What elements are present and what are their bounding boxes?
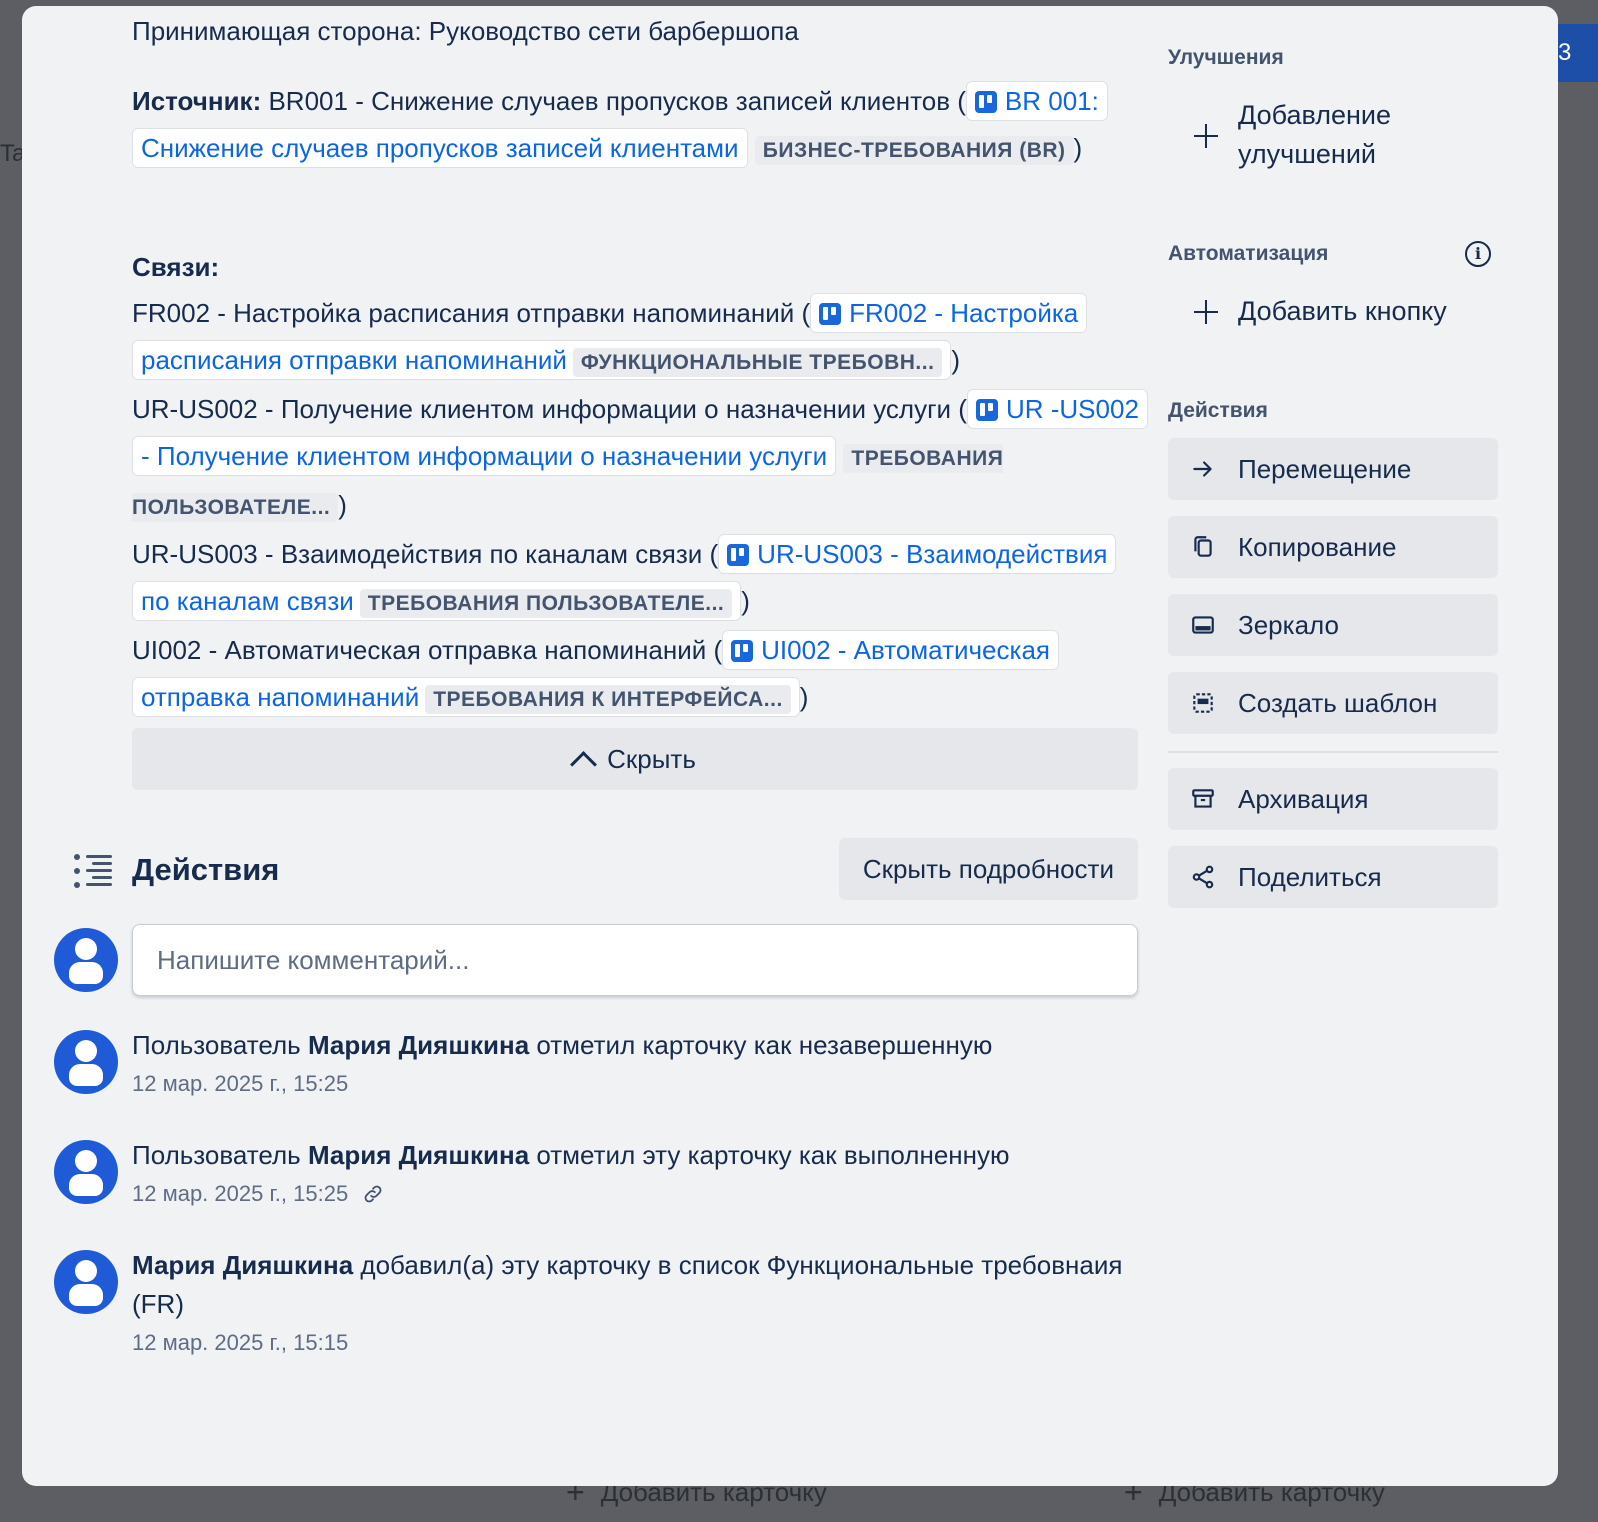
board-icon — [727, 544, 750, 566]
avatar[interactable] — [54, 1140, 118, 1204]
add-improvements-label: Добавление улучшений — [1238, 100, 1391, 169]
archive-button[interactable]: Архивация — [1168, 768, 1498, 830]
paren-close: ) — [799, 682, 809, 712]
move-button[interactable]: Перемещение — [1168, 438, 1498, 500]
card-detail-modal: Принимающая сторона: Руководство сети ба… — [22, 6, 1558, 1486]
link-item-text: UR-US002 - Получение клиентом информации… — [132, 394, 967, 424]
mirror-icon — [1192, 616, 1214, 634]
activity-user[interactable]: Мария Дияшкина — [132, 1250, 353, 1280]
move-label: Перемещение — [1238, 453, 1412, 484]
board-icon — [975, 399, 998, 421]
collapse-description-button[interactable]: Скрыть — [132, 728, 1138, 790]
current-user-avatar[interactable] — [54, 928, 118, 992]
automation-label: Автоматизация — [1168, 242, 1329, 265]
collapse-description-label: Скрыть — [607, 743, 696, 774]
links-list: FR002 - Настройка расписания отправки на… — [132, 290, 1148, 723]
activity-prefix: Пользователь — [132, 1140, 308, 1170]
avatar[interactable] — [54, 1250, 118, 1314]
activity-timestamp[interactable]: 12 мар. 2025 г., 15:15 — [132, 1330, 348, 1356]
board-icon — [819, 303, 842, 325]
activity-text: Пользователь Мария Дияшкина отметил карт… — [132, 1026, 1138, 1065]
create-template-button[interactable]: Создать шаблон — [1168, 672, 1498, 734]
activity-action: отметил карточку как незавершенную — [529, 1030, 993, 1060]
activity-list-icon — [74, 854, 114, 888]
add-button-label: Добавить кнопку — [1238, 296, 1447, 326]
link-item-text: FR002 - Настройка расписания отправки на… — [132, 298, 811, 328]
activity-time: 12 мар. 2025 г., 15:15 — [132, 1330, 1138, 1356]
link-item: UR-US003 - Взаимодействия по каналам свя… — [132, 531, 1142, 627]
mirror-label: Зеркало — [1238, 609, 1339, 640]
paren-close: ) — [338, 490, 347, 520]
linked-card-list-tag: ТРЕБОВАНИЯ ПОЛЬЗОВАТЕЛЕ... — [359, 589, 733, 618]
info-icon[interactable]: i — [1465, 241, 1491, 267]
activity-text: Пользователь Мария Дияшкина отметил эту … — [132, 1136, 1138, 1175]
activity-timestamp[interactable]: 12 мар. 2025 г., 15:25 — [132, 1181, 348, 1207]
activity-title: Действия — [132, 852, 280, 887]
links-label: Связи: — [132, 252, 220, 282]
share-icon — [1192, 865, 1214, 889]
plus-icon — [1194, 124, 1218, 148]
link-icon[interactable] — [362, 1183, 384, 1205]
linked-card-list-tag: ФУНКЦИОНАЛЬНЫЕ ТРЕБОВН... — [572, 348, 943, 377]
activity-item: Пользователь Мария Дияшкина отметил карт… — [132, 1026, 1138, 1097]
activity-action: отметил эту карточку как выполненную — [529, 1140, 1010, 1170]
link-item: UR-US002 - Получение клиентом информации… — [132, 386, 1148, 531]
hide-details-button[interactable]: Скрыть подробности — [838, 838, 1138, 900]
chevron-up-icon — [570, 750, 598, 778]
activity-text: Мария Дияшкина добавил(а) эту карточку в… — [132, 1246, 1138, 1324]
actions-label: Действия — [1168, 399, 1268, 422]
activity-timestamp[interactable]: 12 мар. 2025 г., 15:25 — [132, 1071, 348, 1097]
mirror-button[interactable]: Зеркало — [1168, 594, 1498, 656]
source-paragraph: Источник: BR001 - Снижение случаев пропу… — [132, 78, 1142, 174]
copy-icon — [1194, 536, 1212, 557]
source-list-tag: БИЗНЕС-ТРЕБОВАНИЯ (BR) — [754, 136, 1074, 165]
link-item-text: UI002 - Автоматическая отправка напомина… — [132, 635, 723, 665]
paren-close: ) — [741, 586, 750, 616]
linked-card-list-tag: ТРЕБОВАНИЯ К ИНТЕРФЕЙСА... — [425, 685, 791, 714]
activity-time: 12 мар. 2025 г., 15:25 — [132, 1181, 1138, 1207]
avatar[interactable] — [54, 1030, 118, 1094]
board-icon — [974, 91, 997, 113]
source-label: Источник: — [132, 86, 262, 116]
paren-close: ) — [951, 345, 961, 375]
share-button[interactable]: Поделиться — [1168, 846, 1498, 908]
activity-user[interactable]: Мария Дияшкина — [308, 1140, 529, 1170]
activity-time: 12 мар. 2025 г., 15:25 — [132, 1071, 1138, 1097]
copy-button[interactable]: Копирование — [1168, 516, 1498, 578]
archive-icon — [1192, 789, 1214, 808]
archive-label: Архивация — [1238, 783, 1369, 814]
activity-user[interactable]: Мария Дияшкина — [308, 1030, 529, 1060]
paren-close: ) — [1073, 133, 1083, 163]
board-icon — [731, 640, 754, 662]
activity-item: Мария Дияшкина добавил(а) эту карточку в… — [132, 1246, 1138, 1356]
link-item-text: UR-US003 - Взаимодействия по каналам свя… — [132, 539, 719, 569]
improvements-label: Улучшения — [1168, 46, 1284, 69]
create-template-label: Создать шаблон — [1238, 687, 1438, 718]
arrow-right-icon — [1193, 461, 1212, 477]
activity-prefix: Пользователь — [132, 1030, 308, 1060]
receiver-text: Принимающая сторона: Руководство сети ба… — [132, 16, 799, 46]
copy-label: Копирование — [1238, 531, 1397, 562]
share-label: Поделиться — [1238, 861, 1382, 892]
template-icon — [1193, 693, 1213, 713]
activity-item: Пользователь Мария Дияшкина отметил эту … — [132, 1136, 1138, 1207]
link-item: UI002 - Автоматическая отправка напомина… — [132, 627, 1142, 723]
activity-header: Действия Скрыть подробности — [62, 838, 1138, 902]
plus-icon — [1194, 300, 1218, 324]
comment-input[interactable] — [132, 924, 1138, 996]
sidebar-divider — [1168, 751, 1498, 753]
link-item: FR002 - Настройка расписания отправки на… — [132, 290, 1142, 386]
source-text: BR001 - Снижение случаев пропусков запис… — [268, 86, 966, 116]
